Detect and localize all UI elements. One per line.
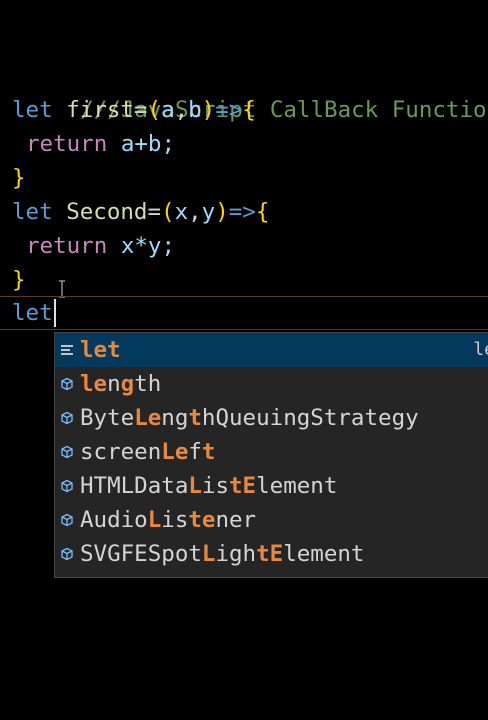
variable-icon bbox=[59, 410, 75, 426]
keyword-icon bbox=[59, 342, 75, 358]
text-caret bbox=[54, 299, 56, 327]
suggestion-label: HTMLDataListElement bbox=[80, 473, 338, 499]
return-expression: a+b; bbox=[120, 131, 176, 157]
keyword-return: return bbox=[26, 233, 108, 259]
param-y: y bbox=[201, 199, 216, 225]
suggestion-item[interactable]: AudioListener bbox=[55, 503, 488, 537]
function-name-first: first bbox=[66, 97, 134, 123]
comment-line: ///JavaScript CallBack Function bbox=[26, 59, 488, 123]
return-expression: x*y; bbox=[120, 233, 176, 259]
suggestion-item[interactable]: let le bbox=[55, 333, 488, 367]
suggestion-label: ByteLengthQueuingStrategy bbox=[80, 405, 419, 431]
code-editor[interactable]: ///JavaScript CallBack Function let firs… bbox=[0, 0, 488, 720]
keyword-let: let bbox=[12, 97, 53, 123]
suggestion-item[interactable]: screenLeft bbox=[55, 435, 488, 469]
suggestion-label: AudioListener bbox=[80, 507, 257, 533]
suggestion-item[interactable]: SVGFESpotLightElement bbox=[55, 537, 488, 571]
current-line-highlight bbox=[0, 296, 488, 330]
suggestion-item[interactable]: ByteLengthQueuingStrategy bbox=[55, 401, 488, 435]
typed-text: let bbox=[12, 300, 53, 326]
param-x: x bbox=[174, 199, 189, 225]
variable-icon bbox=[59, 478, 75, 494]
function-name-second: Second bbox=[66, 199, 148, 225]
suggestion-label: let bbox=[80, 337, 121, 363]
suggestion-item[interactable]: length bbox=[55, 367, 488, 401]
code-line-second-return: return x*y; bbox=[26, 229, 175, 263]
variable-icon bbox=[59, 376, 75, 392]
param-b: b bbox=[188, 97, 202, 123]
code-line-typing[interactable]: let bbox=[12, 296, 53, 330]
variable-icon bbox=[59, 512, 75, 528]
code-line-first-decl: let first=(a,b)=>{ bbox=[12, 97, 256, 123]
suggestion-detail: le bbox=[473, 339, 488, 360]
close-brace: } bbox=[12, 267, 26, 293]
variable-icon bbox=[59, 444, 75, 460]
param-a: a bbox=[161, 97, 175, 123]
code-line-second-decl: let Second=(x,y)=>{ bbox=[12, 199, 270, 225]
variable-icon bbox=[59, 546, 75, 562]
autocomplete-suggest-widget[interactable]: let le length ByteLengthQueuingStrategy scre… bbox=[54, 332, 488, 578]
close-brace: } bbox=[12, 165, 26, 191]
code-line-second-close: } bbox=[12, 263, 26, 297]
suggestion-item[interactable]: HTMLDataListElement bbox=[55, 469, 488, 503]
suggestion-label: screenLeft bbox=[80, 439, 216, 465]
keyword-let: let bbox=[12, 199, 53, 225]
code-line-first-close: } bbox=[12, 161, 26, 195]
code-line-first-return: return a+b; bbox=[26, 127, 175, 161]
suggestion-label: length bbox=[80, 371, 162, 397]
suggestion-label: SVGFESpotLightElement bbox=[80, 541, 365, 567]
keyword-return: return bbox=[26, 131, 108, 157]
